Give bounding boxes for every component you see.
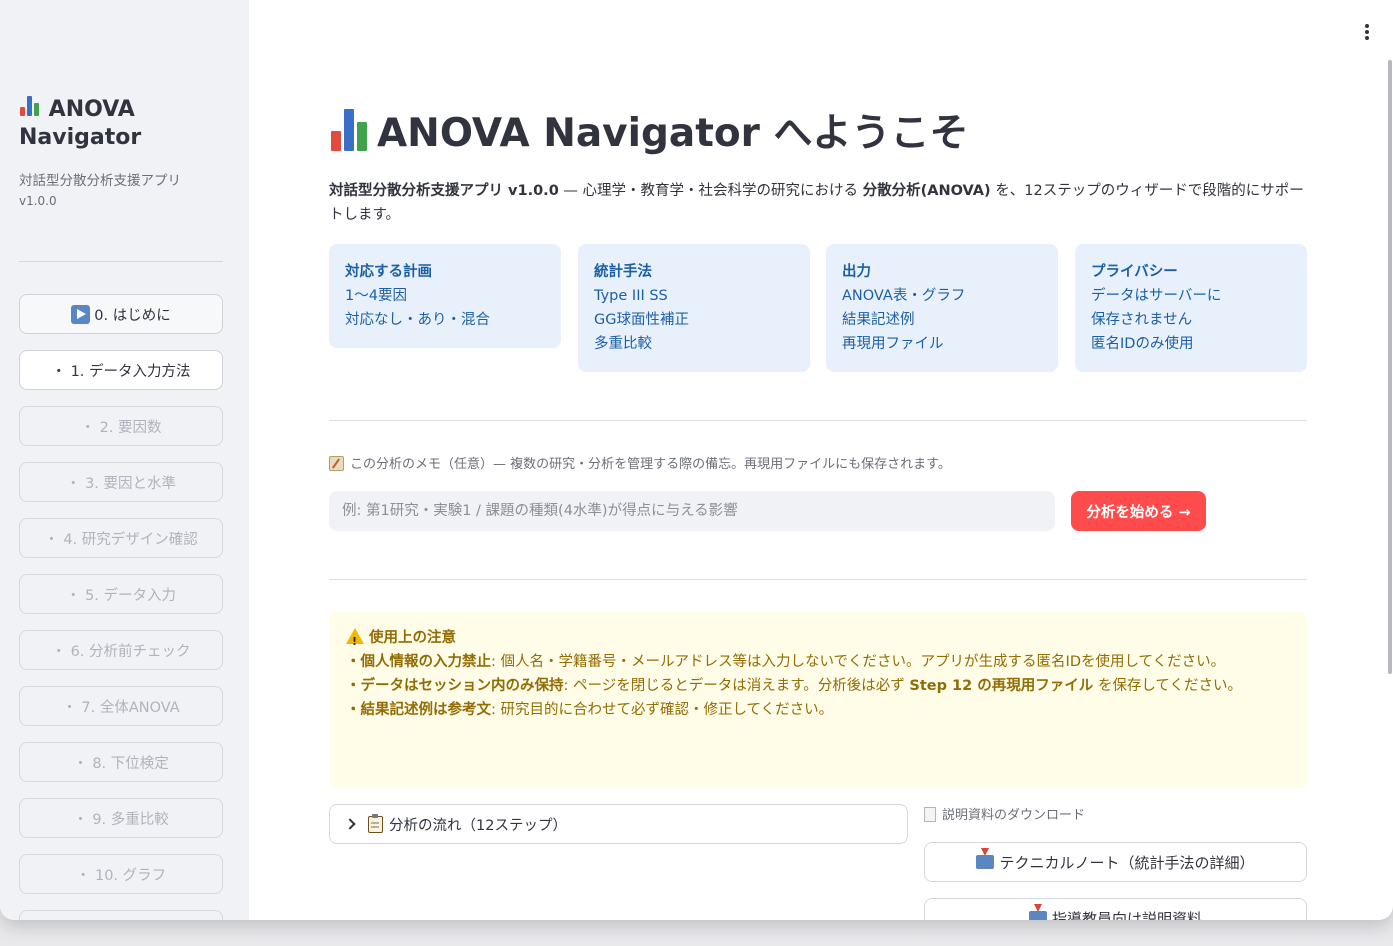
download-button-label: 指導教員向け説明資料 (1051, 909, 1202, 921)
nav-step-1[interactable]: ・ 1. データ入力方法 (19, 350, 223, 390)
warning-item-text: : 研究目的に合わせて必ず確認・修正してください。 (491, 702, 834, 718)
nav-step-8[interactable]: ・ 8. 下位検定 (19, 742, 223, 782)
nav-step-9[interactable]: ・ 9. 多重比較 (19, 798, 223, 838)
nav-step-4[interactable]: ・ 4. 研究デザイン確認 (19, 518, 223, 558)
feature-card-line: データはサーバーに (1091, 288, 1222, 304)
inbox-tray-icon (1028, 904, 1047, 920)
step-nav: 0. はじめに ・ 1. データ入力方法 ・ 2. 要因数 ・ 3. 要因と水準… (19, 294, 223, 920)
nav-step-6[interactable]: ・ 6. 分析前チェック (19, 630, 223, 670)
analysis-flow-expander[interactable]: 分析の流れ（12ステップ） (329, 804, 908, 844)
feature-card-line: 結果記述例 (842, 312, 915, 328)
feature-card-line: 再現用ファイル (842, 336, 944, 352)
feature-card-output: 出力 ANOVA表・グラフ 結果記述例 再現用ファイル (826, 244, 1058, 372)
feature-card-title: 統計手法 (594, 264, 652, 280)
feature-card-line: ANOVA表・グラフ (842, 288, 966, 304)
nav-step-10-label: ・ 10. グラフ (75, 867, 167, 884)
nav-step-7-label: ・ 7. 全体ANOVA (62, 699, 180, 716)
main-content: ANOVA Navigator へようこそ 対話型分散分析支援アプリ v1.0.… (329, 0, 1307, 920)
downloads-label-text: 説明資料のダウンロード (942, 808, 1086, 823)
intro-text-1: — 心理学・教育学・社会科学の研究における (558, 183, 863, 199)
feature-card-line: GG球面性補正 (594, 312, 689, 328)
chevron-right-icon (344, 818, 356, 830)
nav-step-9-label: ・ 9. 多重比較 (73, 811, 169, 828)
download-advisor-guide-button[interactable]: 指導教員向け説明資料 (924, 898, 1307, 920)
memo-icon (329, 456, 344, 471)
nav-step-3[interactable]: ・ 3. 要因と水準 (19, 462, 223, 502)
feature-card-title: 対応する計画 (345, 264, 432, 280)
feature-card-line: 多重比較 (594, 336, 652, 352)
warning-title: 使用上の注意 (346, 626, 1290, 654)
analysis-flow-label: 分析の流れ（12ステップ） (389, 817, 567, 834)
warning-item-text: : ページを閉じるとデータは消えます。分析後は必ず (563, 678, 910, 694)
nav-step-5[interactable]: ・ 5. データ入力 (19, 574, 223, 614)
bar-chart-icon (329, 109, 369, 151)
warning-item: ・データはセッション内のみ保持: ページを閉じるとデータは消えます。分析後は必ず… (346, 674, 1290, 698)
warning-item-bold: ・結果記述例は参考文 (346, 702, 491, 718)
feature-card-line: 対応なし・あり・混合 (345, 312, 490, 328)
feature-card-title: 出力 (842, 264, 871, 280)
feature-card-privacy: プライバシー データはサーバーに 保存されません 匿名IDのみ使用 (1075, 244, 1307, 372)
sidebar-divider (19, 261, 223, 262)
warning-title-text: 使用上の注意 (369, 630, 456, 646)
page-scrollbar[interactable] (1388, 60, 1392, 674)
downloads-label: 説明資料のダウンロード (924, 804, 1085, 823)
bar-chart-icon (19, 96, 41, 116)
memo-label-text: この分析のメモ（任意）— 複数の研究・分析を管理する際の備忘。再現用ファイルにも… (350, 457, 951, 472)
warning-item: ・個人情報の入力禁止: 個人名・学籍番号・メールアドレス等は入力しないでください… (346, 650, 1290, 674)
app-window: ANOVA Navigator 対話型分散分析支援アプリ v1.0.0 0. は… (0, 0, 1393, 920)
feature-card-line: 1〜4要因 (345, 288, 407, 304)
warning-item-bold: ・個人情報の入力禁止 (346, 654, 491, 670)
nav-step-7[interactable]: ・ 7. 全体ANOVA (19, 686, 223, 726)
feature-card-methods: 統計手法 Type III SS GG球面性補正 多重比較 (578, 244, 810, 372)
sidebar-subtitle: 対話型分散分析支援アプリ (19, 173, 181, 189)
clipboard-icon (368, 813, 383, 833)
memo-label: この分析のメモ（任意）— 複数の研究・分析を管理する際の備忘。再現用ファイルにも… (329, 453, 951, 472)
feature-card-line: Type III SS (594, 288, 668, 304)
nav-step-0-label: 0. はじめに (94, 307, 171, 324)
play-icon (71, 304, 91, 324)
feature-card-title: プライバシー (1091, 264, 1178, 280)
document-icon (924, 807, 936, 822)
nav-step-8-label: ・ 8. 下位検定 (73, 755, 169, 772)
nav-step-4-label: ・ 4. 研究デザイン確認 (44, 531, 198, 548)
nav-step-5-label: ・ 5. データ入力 (65, 587, 177, 604)
download-technical-note-button[interactable]: テクニカルノート（統計手法の詳細） (924, 842, 1307, 882)
nav-step-3-label: ・ 3. 要因と水準 (65, 475, 177, 492)
nav-step-2[interactable]: ・ 2. 要因数 (19, 406, 223, 446)
download-button-label: テクニカルノート（統計手法の詳細） (999, 853, 1255, 872)
divider (329, 420, 1307, 421)
nav-step-1-label: ・ 1. データ入力方法 (51, 363, 191, 380)
inbox-tray-icon (976, 848, 995, 869)
nav-step-0[interactable]: 0. はじめに (19, 294, 223, 334)
feature-card-line: 保存されません (1091, 312, 1193, 328)
main-menu-button[interactable] (1362, 23, 1372, 41)
warning-icon (346, 628, 364, 654)
feature-card-design: 対応する計画 1〜4要因 対応なし・あり・混合 (329, 244, 561, 348)
page-title-text: ANOVA Navigator へようこそ (377, 111, 969, 156)
warning-item: ・結果記述例は参考文: 研究目的に合わせて必ず確認・修正してください。 (346, 698, 1290, 722)
warning-item-bold: ・データはセッション内のみ保持 (346, 678, 564, 694)
sidebar-title: ANOVA Navigator (19, 96, 229, 152)
nav-step-11[interactable] (19, 910, 223, 920)
sidebar-version: v1.0.0 (19, 194, 57, 208)
sidebar: ANOVA Navigator 対話型分散分析支援アプリ v1.0.0 0. は… (0, 0, 249, 920)
warning-item-bold: Step 12 の再現用ファイル (909, 678, 1094, 694)
usage-warning: 使用上の注意 ・個人情報の入力禁止: 個人名・学籍番号・メールアドレス等は入力し… (329, 612, 1307, 788)
feature-card-line: 匿名IDのみ使用 (1091, 336, 1194, 352)
intro-text: 対話型分散分析支援アプリ v1.0.0 — 心理学・教育学・社会科学の研究におけ… (329, 179, 1307, 227)
start-analysis-button[interactable]: 分析を始める → (1071, 491, 1206, 531)
warning-item-text: を保存してください。 (1093, 678, 1242, 694)
nav-step-6-label: ・ 6. 分析前チェック (51, 643, 191, 660)
intro-app-name: 対話型分散分析支援アプリ v1.0.0 (329, 183, 559, 199)
page-title: ANOVA Navigator へようこそ (329, 108, 968, 160)
warning-item-text: : 個人名・学籍番号・メールアドレス等は入力しないでください。アプリが生成する匿… (491, 654, 1226, 670)
intro-anova: 分散分析(ANOVA) (862, 183, 991, 199)
nav-step-10[interactable]: ・ 10. グラフ (19, 854, 223, 894)
memo-input[interactable] (329, 491, 1055, 531)
divider (329, 579, 1307, 580)
nav-step-2-label: ・ 2. 要因数 (80, 419, 162, 436)
